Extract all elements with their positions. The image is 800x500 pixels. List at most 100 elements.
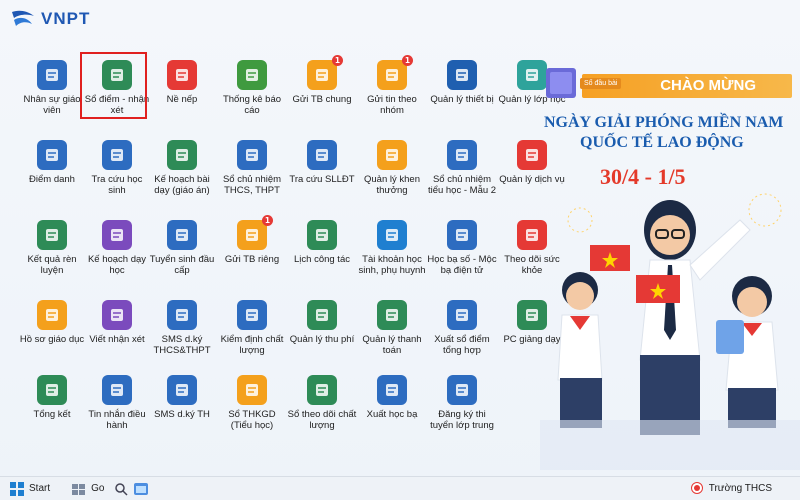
book-t-icon <box>237 375 267 405</box>
app-tile[interactable]: Tra cứu học sinh <box>82 140 152 196</box>
app-tile[interactable]: Đăng ký thi tuyển lớp trung <box>427 375 497 431</box>
app-tile[interactable]: Học bạ số - Mộc bạ điện tử <box>427 220 497 276</box>
app-label: Sổ theo dõi chất lượng <box>287 409 357 431</box>
app-tile[interactable]: Thống kê báo cáo <box>217 60 287 116</box>
chart-doc-icon <box>307 375 337 405</box>
app-tile[interactable]: Tổng kết <box>17 375 87 420</box>
app-tile[interactable]: Quản lý thiết bị <box>427 60 497 105</box>
windows-icon <box>10 481 24 496</box>
id-card-icon <box>37 60 67 90</box>
go-button[interactable]: Go <box>72 482 104 496</box>
selected-app-highlight <box>80 52 147 119</box>
app-label: Điểm danh <box>29 174 75 185</box>
vnpt-logo: VNPT <box>10 8 90 30</box>
app-tile[interactable]: Kiểm định chất lượng <box>217 300 287 356</box>
book-icon <box>447 140 477 170</box>
calendar-grid-icon <box>307 220 337 250</box>
app-label: Gửi TB riêng <box>224 254 280 265</box>
holiday-banner: CHÀO MỪNG Sổ đầu bài NGÀY GIẢI PHÓNG MIỀ… <box>540 60 800 470</box>
school-indicator[interactable]: Trường THCS <box>690 482 772 494</box>
app-label: Tài khoản học sinh, phụ huynh <box>358 254 426 276</box>
folder-doc-icon <box>37 300 67 330</box>
app-tile[interactable]: Nhân sự giáo viên <box>17 60 87 116</box>
app-tile[interactable]: 1 Gửi tin theo nhóm <box>357 55 427 116</box>
flag-icon <box>690 482 703 494</box>
app-label: SMS d.ký TH <box>154 409 210 420</box>
app-tile[interactable]: Sổ chủ nhiệm THCS, THPT <box>217 140 287 196</box>
app-label: Tra cứu học sinh <box>91 174 143 196</box>
app-label: Tra cứu SLLĐT <box>289 174 355 185</box>
app-tile[interactable]: Nề nếp <box>147 60 217 105</box>
sms-icon <box>167 375 197 405</box>
app-tile[interactable]: Kết quả rèn luyện <box>17 220 87 276</box>
app-tile[interactable]: Lịch công tác <box>287 220 357 265</box>
app-tile[interactable]: Quản lý thanh toán <box>357 300 427 356</box>
app-tile[interactable]: Xuất học bạ <box>357 375 427 420</box>
app-label: Tổng kết <box>33 409 71 420</box>
app-label: Quản lý thu phí <box>289 334 355 345</box>
app-label: Sổ chủ nhiệm tiểu học - Mẫu 2 <box>427 174 497 196</box>
app-label: Sổ THKGD (Tiểu học) <box>228 409 276 431</box>
app-tile[interactable]: 1 Gửi TB chung <box>287 55 357 105</box>
app-tile[interactable]: Tra cứu SLLĐT <box>287 140 357 185</box>
globe-icon <box>447 60 477 90</box>
start-button[interactable]: Start <box>10 481 51 496</box>
notification-badge: 1 <box>402 55 413 66</box>
app-label: Kế hoạch dạy học <box>87 254 147 276</box>
sms-icon <box>167 300 197 330</box>
app-label: Nề nếp <box>166 94 198 105</box>
app-tile[interactable]: Viết nhận xét <box>82 300 152 345</box>
app-tile[interactable]: Tin nhắn điều hành <box>82 375 152 431</box>
app-label: Nhân sự giáo viên <box>23 94 81 116</box>
app-tile[interactable]: Sổ chủ nhiệm tiểu học - Mẫu 2 <box>427 140 497 196</box>
app-label: Lịch công tác <box>294 254 350 265</box>
app-label: Xuất học bạ <box>366 409 418 420</box>
taskbar-search-button[interactable] <box>114 482 128 496</box>
list-check-icon <box>447 375 477 405</box>
app-tile[interactable]: Xuất sổ điểm tổng hợp <box>427 300 497 356</box>
phone-pay-icon <box>377 300 407 330</box>
chat-icon <box>102 375 132 405</box>
app-tile[interactable]: Hồ sơ giáo dục <box>17 300 87 345</box>
app-tile[interactable]: Kế hoạch dạy học <box>82 220 152 276</box>
calendar-icon <box>102 220 132 250</box>
app-tile[interactable]: Quản lý khen thưởng <box>357 140 427 196</box>
book-icon <box>237 140 267 170</box>
app-tile[interactable]: Kế hoạch bài dạy (giáo án) <box>147 140 217 196</box>
school-label: Trường THCS <box>708 482 772 494</box>
search-window-icon <box>102 140 132 170</box>
app-label: Tuyển sinh đầu cấp <box>149 254 215 276</box>
growth-icon <box>37 220 67 250</box>
app-tile[interactable]: Sổ THKGD (Tiểu học) <box>217 375 287 431</box>
app-tile[interactable]: SMS d.ký THCS&THPT <box>147 300 217 356</box>
bell-icon: 1 <box>377 55 413 90</box>
warning-icon <box>167 60 197 90</box>
app-label: SMS d.ký THCS&THPT <box>153 334 211 356</box>
bell-icon: 1 <box>237 215 273 250</box>
app-tile[interactable]: Quản lý thu phí <box>287 300 357 345</box>
go-label: Go <box>91 483 105 494</box>
monitor-check-icon <box>237 300 267 330</box>
app-tile[interactable]: Tài khoản học sinh, phụ huynh <box>357 220 427 276</box>
search-doc-icon <box>307 140 337 170</box>
laptop-icon <box>167 220 197 250</box>
app-label: Quản lý thiết bị <box>430 94 494 105</box>
start-label: Start <box>29 483 51 494</box>
checklist-icon <box>37 140 67 170</box>
vnpt-logo-icon <box>10 8 36 30</box>
app-tile[interactable]: Điểm danh <box>17 140 87 185</box>
app-window-icon <box>134 482 149 495</box>
note-icon <box>102 300 132 330</box>
go-icon <box>72 483 86 495</box>
banner-date: 30/4 - 1/5 <box>600 164 686 189</box>
app-tile[interactable]: Sổ theo dõi chất lượng <box>287 375 357 431</box>
taskbar-app-button[interactable] <box>134 482 149 496</box>
notification-badge: 1 <box>262 215 273 226</box>
app-tile[interactable]: 1 Gửi TB riêng <box>217 215 287 265</box>
app-label: Học bạ số - Mộc bạ điện tử <box>427 254 497 276</box>
banner-title-1: NGÀY GIẢI PHÓNG MIỀN NAM <box>544 114 784 131</box>
banner-small-tag: Sổ đầu bài <box>580 78 622 89</box>
app-label: Kiểm định chất lượng <box>220 334 284 356</box>
app-tile[interactable]: Tuyển sinh đầu cấp <box>147 220 217 276</box>
app-tile[interactable]: SMS d.ký TH <box>147 375 217 420</box>
